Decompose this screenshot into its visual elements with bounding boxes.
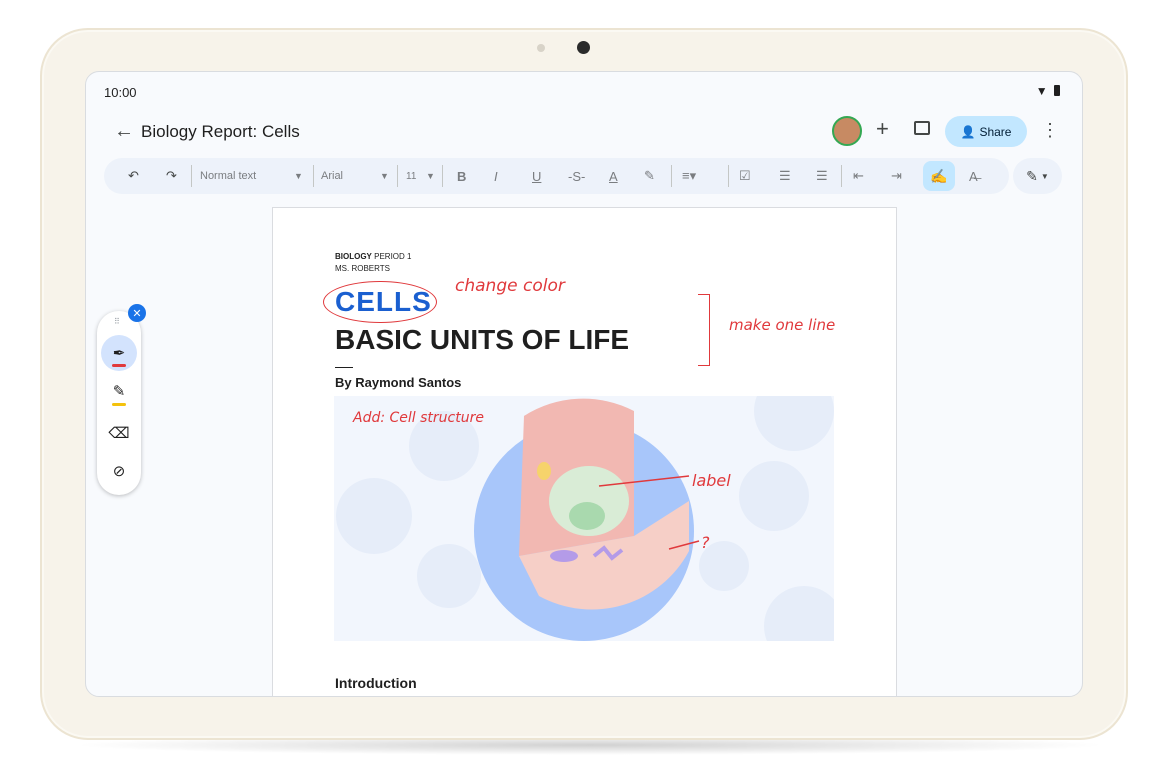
share-label: Share bbox=[979, 124, 1012, 139]
align-icon[interactable]: ≡▾ bbox=[682, 158, 696, 194]
annotation-change-color: change color bbox=[455, 276, 565, 296]
redo-icon[interactable]: ↷ bbox=[166, 158, 177, 194]
undo-icon[interactable]: ↶ bbox=[128, 158, 139, 194]
handwriting-mode-icon[interactable]: ✍ bbox=[923, 161, 955, 191]
cell-diagram bbox=[336, 371, 844, 666]
toolbar-divider bbox=[671, 165, 672, 187]
section-heading: Introduction bbox=[335, 675, 417, 691]
toolbar-divider bbox=[841, 165, 842, 187]
decrease-indent-icon[interactable]: ⇤ bbox=[853, 158, 864, 194]
chevron-down-icon[interactable]: ▼ bbox=[294, 158, 303, 194]
front-camera bbox=[577, 41, 590, 54]
add-icon[interactable]: + bbox=[876, 116, 889, 142]
close-palette-icon[interactable]: ✕ bbox=[128, 304, 146, 322]
cell-illustration bbox=[334, 371, 844, 666]
toolbar-divider bbox=[397, 165, 398, 187]
byline: By Raymond Santos bbox=[335, 375, 462, 390]
bracket-annotation bbox=[698, 294, 710, 366]
checklist-icon[interactable]: ☑ bbox=[739, 158, 751, 194]
font-size-select[interactable]: 11 bbox=[406, 158, 416, 194]
class-label: BIOLOGY PERIOD 1 bbox=[335, 252, 411, 261]
strikethrough-icon[interactable]: -S- bbox=[568, 158, 585, 194]
highlight-icon[interactable]: ✎ bbox=[644, 158, 655, 194]
battery-icon bbox=[1054, 85, 1060, 96]
comment-icon[interactable] bbox=[914, 121, 930, 135]
light-sensor bbox=[537, 44, 545, 52]
user-avatar[interactable] bbox=[832, 116, 862, 146]
text-color-button[interactable]: A bbox=[609, 158, 618, 194]
share-button[interactable]: 👤 Share bbox=[945, 116, 1027, 147]
divider bbox=[335, 367, 353, 368]
numbered-list-icon[interactable]: ☰ bbox=[816, 158, 828, 194]
font-select[interactable]: Arial bbox=[321, 158, 343, 194]
teacher-name: MS. ROBERTS bbox=[335, 264, 390, 273]
back-arrow-icon[interactable]: ← bbox=[114, 120, 134, 143]
toolbar-divider bbox=[442, 165, 443, 187]
highlighter-color-swatch bbox=[112, 403, 126, 406]
increase-indent-icon[interactable]: ⇥ bbox=[891, 158, 902, 194]
status-time: 10:00 bbox=[104, 85, 137, 100]
document-title: Biology Report: Cells bbox=[141, 122, 300, 141]
chevron-down-icon[interactable]: ▼ bbox=[426, 158, 435, 194]
toolbar-divider bbox=[191, 165, 192, 187]
class-label-rest: PERIOD 1 bbox=[371, 252, 412, 261]
clear-formatting-icon[interactable]: A̶ bbox=[969, 158, 978, 194]
formatting-toolbar: ↶ ↷ Normal text ▼ Arial ▼ 11 ▼ B I U -S-… bbox=[104, 158, 1009, 194]
annotation-add-cell-structure: Add: Cell structure bbox=[353, 410, 484, 426]
add-person-icon: 👤 bbox=[960, 124, 976, 139]
pencil-icon: ✎ bbox=[1026, 167, 1038, 184]
toolbar-divider bbox=[728, 165, 729, 187]
drag-handle-icon[interactable]: ⠿ bbox=[114, 317, 120, 326]
hide-annotations-icon[interactable]: ⊘ bbox=[101, 453, 137, 489]
eraser-icon[interactable]: ⌫ bbox=[101, 415, 137, 451]
pen-color-swatch bbox=[112, 364, 126, 367]
bold-button[interactable]: B bbox=[457, 158, 466, 194]
chevron-down-icon[interactable]: ▼ bbox=[380, 158, 389, 194]
style-select[interactable]: Normal text bbox=[200, 158, 256, 194]
underline-button[interactable]: U bbox=[532, 158, 541, 194]
chevron-down-icon: ▼ bbox=[1040, 171, 1049, 181]
class-label-bold: BIOLOGY bbox=[335, 252, 372, 261]
annotation-make-one-line: make one line bbox=[729, 316, 836, 334]
pen-palette: ⠿ ✒ ✎ ⌫ ⊘ bbox=[97, 311, 141, 495]
circle-annotation bbox=[323, 281, 437, 323]
subtitle: BASIC UNITS OF LIFE bbox=[335, 324, 629, 355]
toolbar-divider bbox=[313, 165, 314, 187]
app-screen: 10:00 ▼ ← Biology Report: Cells + 👤 Shar… bbox=[85, 71, 1083, 697]
more-options-icon[interactable]: ⋮ bbox=[1041, 120, 1059, 141]
italic-button[interactable]: I bbox=[494, 158, 498, 194]
status-icons: ▼ bbox=[1036, 84, 1060, 98]
annotation-label: label bbox=[692, 471, 731, 490]
wifi-icon: ▼ bbox=[1035, 84, 1048, 98]
annotation-question: ? bbox=[701, 533, 710, 552]
document-page[interactable]: BIOLOGY PERIOD 1 MS. ROBERTS CELLS BASIC… bbox=[272, 207, 897, 696]
bulleted-list-icon[interactable]: ☰ bbox=[779, 158, 791, 194]
pen-mode-dropdown[interactable]: ✎ ▼ bbox=[1013, 158, 1062, 194]
